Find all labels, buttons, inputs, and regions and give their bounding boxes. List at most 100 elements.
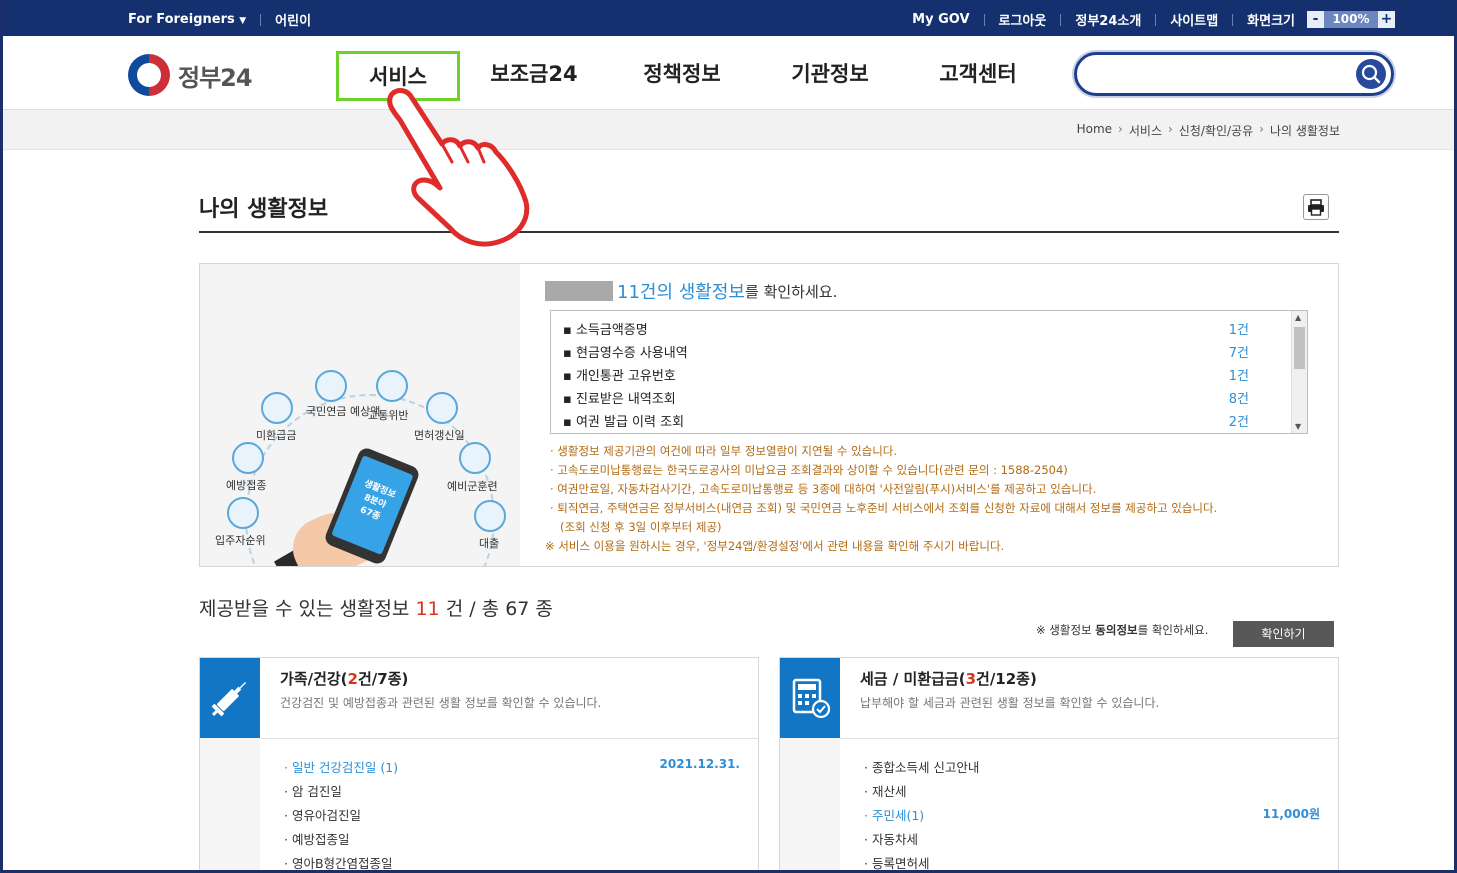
money-bag-icon (474, 500, 506, 532)
list-item-count: 8건 (1228, 392, 1249, 407)
card-title-count: 3 (965, 670, 977, 688)
search-button[interactable] (1356, 59, 1386, 89)
card-divider (260, 738, 758, 739)
card-row[interactable]: · 영아B형간염접종일 (284, 853, 740, 872)
search-input[interactable] (1091, 62, 1341, 86)
notice-item: · 생활정보 제공기관의 여건에 따라 일부 정보열람이 지연될 수 있습니다. (550, 444, 898, 458)
screen-size-label: 화면크기 (1247, 14, 1295, 29)
life-info-list[interactable]: ▪ 소득금액증명 1건 ▪ 현금영수증 사용내역 7건 ▪ 개인통관 고유번호 … (550, 310, 1308, 434)
card-row[interactable]: · 자동차세 (864, 829, 1320, 848)
zoom-in-button[interactable]: + (1378, 11, 1395, 28)
for-foreigners-link[interactable]: For Foreigners ▼ (128, 12, 246, 27)
card-row-value: 11,000원 (1262, 807, 1320, 821)
list-item-name-text: 현금영수증 사용내역 (575, 346, 688, 361)
card-title[interactable]: 세금 / 미환급금(3건/12종) (860, 668, 1037, 689)
nav-customer-center[interactable]: 고객센터 (904, 51, 1052, 101)
loan-label: 대출 (479, 537, 500, 550)
card-title-count: 2 (347, 670, 358, 688)
list-item[interactable]: ▪ 소득금액증명 1건 (563, 319, 1263, 342)
scroll-down-icon[interactable]: ▼ (1295, 422, 1301, 431)
nav-policy-info[interactable]: 정책정보 (608, 51, 756, 101)
pension-icon (315, 370, 347, 402)
divider (1232, 13, 1234, 26)
card-row[interactable]: · 종합소득세 신고안내 (864, 757, 1320, 776)
printer-icon (1308, 199, 1324, 216)
caret-down-icon: ▼ (239, 16, 247, 26)
confirm-consent-button[interactable]: 확인하기 (1233, 621, 1334, 647)
zoom-value: 100% (1324, 11, 1378, 28)
breadcrumb-services[interactable]: 서비스 (1129, 122, 1162, 139)
breadcrumb-current: 나의 생활정보 (1269, 124, 1340, 138)
list-scrollbar[interactable]: ▲ ▼ (1291, 311, 1307, 433)
life-info-summary: 국민연금 예상액 교통위반 미환급금 면허갱신일 예방접종 예비군훈련 입주자순… (199, 263, 1339, 567)
card-row-label: · 등록면허세 (864, 856, 930, 871)
breadcrumb-home[interactable]: Home (1077, 122, 1112, 139)
card-row[interactable]: · 주민세(1) 11,000원 (864, 805, 1320, 824)
my-gov-link[interactable]: My GOV (912, 12, 969, 27)
divider (1155, 13, 1157, 26)
logout-link[interactable]: 로그아웃 (999, 10, 1047, 29)
consent-notice: ※ 생활정보 동의정보를 확인하세요. (1036, 622, 1208, 638)
zoom-out-button[interactable]: - (1307, 11, 1324, 28)
divider (1060, 13, 1062, 26)
taegeuk-logo-icon (128, 54, 170, 96)
card-row-value: 2021.12.31. (659, 757, 740, 771)
search-box (1074, 52, 1394, 96)
summary-headline: 11건의 생활정보 를 확인하세요. (545, 278, 837, 304)
title-underline (199, 231, 1339, 233)
chevron-right-icon: › (1167, 122, 1173, 136)
stats-suffix: 종 (535, 598, 553, 620)
list-item-name-text: 소득금액증명 (575, 323, 648, 338)
nav-agency-info[interactable]: 기관정보 (756, 51, 904, 101)
scroll-up-icon[interactable]: ▲ (1295, 313, 1301, 322)
soldier-icon (459, 442, 491, 474)
card-row[interactable]: · 등록면허세 (864, 853, 1320, 872)
card-row-label: · 영유아검진일 (284, 808, 361, 823)
list-item-name: ▪ 개인통관 고유번호 (563, 369, 676, 384)
notice-item: (조회 신청 후 3일 이후부터 제공) (560, 520, 722, 534)
list-item-count: 7건 (1228, 346, 1249, 361)
sitemap-link[interactable]: 사이트맵 (1170, 10, 1218, 29)
notice-item: ※ 서비스 이용을 원하시는 경우, '정부24앱/환경설정'에서 관련 내용을… (545, 539, 1005, 553)
card-divider (840, 738, 1338, 739)
card-icon-box (780, 658, 840, 738)
card-row-label: · 주민세(1) (864, 808, 925, 823)
list-item[interactable]: ▪ 여권 발급 이력 조회 2건 (563, 411, 1263, 433)
card-row-label: · 암 검진일 (284, 784, 342, 799)
card-title-text: 건/12종) (976, 670, 1037, 688)
consent-text: ※ 생활정보 (1036, 623, 1096, 637)
site-header: 정부24 서비스 보조금24 정책정보 기관정보 고객센터 (3, 36, 1454, 110)
stats-prefix: 제공받을 수 있는 생활정보 (199, 598, 410, 620)
reserve-training-label: 예비군훈련 (447, 480, 498, 493)
list-item[interactable]: ▪ 개인통관 고유번호 1건 (563, 365, 1263, 388)
list-item-name: ▪ 소득금액증명 (563, 323, 648, 338)
card-row[interactable]: · 예방접종일 (284, 829, 740, 848)
list-item[interactable]: ▪ 현금영수증 사용내역 7건 (563, 342, 1263, 365)
notice-item: · 퇴직연금, 주택연금은 정부서비스(내연금 조회) 및 국민연금 노후준비 … (550, 501, 1218, 515)
card-row[interactable]: · 재산세 (864, 781, 1320, 800)
card-title-text: 가족/건강( (280, 670, 348, 688)
site-logo[interactable]: 정부24 (128, 54, 253, 96)
breadcrumb-apply[interactable]: 신청/확인/공유 (1179, 122, 1253, 139)
for-foreigners-label: For Foreigners (128, 12, 235, 27)
card-title-text: 건/7종) (357, 670, 409, 688)
search-icon (1361, 64, 1381, 84)
syringe-icon (232, 442, 264, 474)
utility-bar: For Foreigners ▼ 어린이 My GOV 로그아웃 정부24소개 … (0, 0, 1457, 36)
card-row-label: · 종합소득세 신고안내 (864, 760, 980, 775)
phone-text: 생활정보 8분야 67종 (349, 477, 401, 528)
about-link[interactable]: 정부24소개 (1075, 10, 1141, 29)
kids-link[interactable]: 어린이 (275, 10, 311, 29)
refund-label: 미환급금 (256, 429, 297, 442)
list-item[interactable]: ▪ 진료받은 내역조회 8건 (563, 388, 1263, 411)
traffic-label: 교통위반 (368, 409, 409, 422)
card-row[interactable]: · 암 검진일 (284, 781, 740, 800)
card-row[interactable]: · 일반 건강검진일 (1) 2021.12.31. (284, 757, 740, 776)
print-button[interactable] (1303, 194, 1329, 220)
list-item-name: ▪ 여권 발급 이력 조회 (563, 415, 685, 430)
card-title[interactable]: 가족/건강(2건/7종) (280, 668, 408, 689)
scroll-thumb[interactable] (1294, 327, 1305, 369)
available-info-count: 제공받을 수 있는 생활정보 11 건 / 총 67 종 (199, 594, 553, 621)
card-row[interactable]: · 영유아검진일 (284, 805, 740, 824)
list-item-count: 2건 (1228, 415, 1249, 430)
